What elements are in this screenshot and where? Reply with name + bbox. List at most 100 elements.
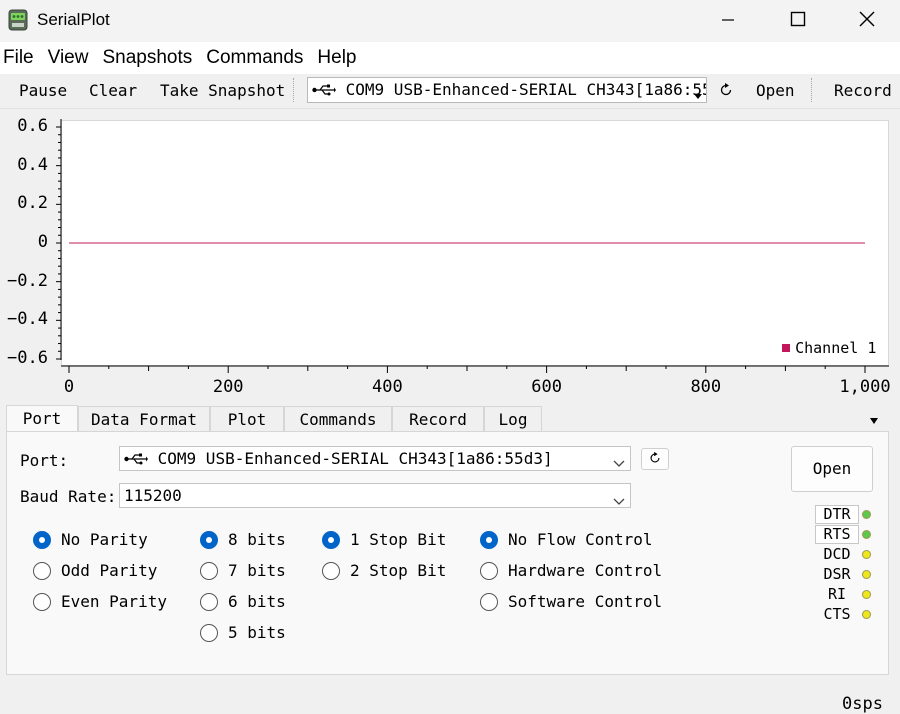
y-tick-label: 0.6 xyxy=(17,116,48,136)
window-title: SerialPlot xyxy=(37,10,110,29)
menu-help[interactable]: Help xyxy=(314,47,363,69)
chevron-down-icon xyxy=(613,453,625,472)
parity-radio[interactable] xyxy=(33,531,51,549)
toolbar-separator xyxy=(293,78,295,102)
x-tick-label: 400 xyxy=(372,377,403,397)
x-tick-label: 0 xyxy=(63,377,75,397)
parity-radio[interactable] xyxy=(33,593,51,611)
title-bar: SerialPlot xyxy=(0,0,900,42)
baud-rate-select[interactable]: 115200 xyxy=(119,483,631,508)
port-label: Port: xyxy=(20,451,69,470)
status-led-icon xyxy=(862,530,871,539)
y-tick-label: −0.2 xyxy=(7,270,48,291)
y-tick-label: −0.6 xyxy=(7,348,48,368)
x-tick-label: 200 xyxy=(212,377,244,397)
tab-overflow-button[interactable] xyxy=(869,410,879,429)
record-button[interactable]: Record xyxy=(834,81,892,100)
clear-button[interactable]: Clear xyxy=(89,81,137,100)
maximize-button[interactable] xyxy=(763,0,833,42)
flow-control-label: Hardware Control xyxy=(508,561,663,580)
port-open-button[interactable]: Open xyxy=(791,446,873,492)
pin-rts-button[interactable]: RTS xyxy=(815,525,859,544)
close-icon xyxy=(859,11,875,31)
flow-control-label: Software Control xyxy=(508,592,663,611)
tab-commands[interactable]: Commands xyxy=(284,406,392,432)
refresh-button[interactable] xyxy=(718,82,734,102)
stop-bits-radio[interactable] xyxy=(322,531,340,549)
parity-label: Odd Parity xyxy=(61,561,158,580)
take-snapshot-button[interactable]: Take Snapshot xyxy=(160,81,285,100)
stop-bits-label: 2 Stop Bit xyxy=(350,561,447,580)
port-refresh-button[interactable] xyxy=(641,448,669,470)
minimize-button[interactable] xyxy=(693,0,763,42)
y-tick-label: −0.4 xyxy=(7,309,48,330)
usb-icon xyxy=(312,80,346,99)
legend-channel-1: Channel 1 xyxy=(795,339,877,357)
flow-control-label: No Flow Control xyxy=(508,530,653,549)
port-select[interactable]: COM9 USB-Enhanced-SERIAL CH343[1a86:55d3… xyxy=(119,446,631,471)
status-led-icon xyxy=(862,610,871,619)
app-icon xyxy=(8,9,28,31)
triangle-down-icon xyxy=(869,410,879,429)
minimize-icon xyxy=(721,12,735,31)
status-led-icon xyxy=(862,590,871,599)
menu-bar: File View Snapshots Commands Help xyxy=(0,42,900,74)
menu-commands[interactable]: Commands xyxy=(203,47,310,69)
data-bits-label: 5 bits xyxy=(228,623,286,642)
y-tick-label: 0.4 xyxy=(17,154,48,175)
data-bits-radio[interactable] xyxy=(200,531,218,549)
data-bits-label: 6 bits xyxy=(228,592,286,611)
data-bits-radio[interactable] xyxy=(200,624,218,642)
x-tick-label: 800 xyxy=(690,377,722,397)
sample-rate-status: 0sps xyxy=(842,694,883,714)
parity-radio[interactable] xyxy=(33,562,51,580)
data-bits-label: 7 bits xyxy=(228,561,286,580)
usb-icon xyxy=(124,449,158,468)
open-button[interactable]: Open xyxy=(756,81,795,100)
status-led-icon xyxy=(862,550,871,559)
stop-bits-label: 1 Stop Bit xyxy=(350,530,447,549)
tab-port[interactable]: Port xyxy=(6,405,78,432)
chevron-down-icon xyxy=(693,86,703,105)
y-tick-label: 0 xyxy=(37,232,48,252)
chevron-down-icon xyxy=(613,491,625,510)
close-button[interactable] xyxy=(832,0,900,42)
pin-dsr-label: DSR xyxy=(823,565,851,583)
menu-file[interactable]: File xyxy=(0,47,41,69)
toolbar-port-select[interactable]: COM9 USB-Enhanced-SERIAL CH343[1a86:55d xyxy=(307,77,707,103)
legend-swatch xyxy=(782,344,790,352)
port-select-value: COM9 USB-Enhanced-SERIAL CH343[1a86:55d3… xyxy=(157,449,553,468)
pause-button[interactable]: Pause xyxy=(19,81,67,100)
flow-control-radio[interactable] xyxy=(480,531,498,549)
plot-chart xyxy=(56,119,889,373)
refresh-icon xyxy=(718,83,734,102)
menu-view[interactable]: View xyxy=(45,47,96,69)
menu-snapshots[interactable]: Snapshots xyxy=(99,47,199,69)
pin-dtr-button[interactable]: DTR xyxy=(815,505,859,524)
x-tick-label: 1,000 xyxy=(839,377,891,397)
stop-bits-radio[interactable] xyxy=(322,562,340,580)
baud-rate-value: 115200 xyxy=(124,486,182,505)
tab-record[interactable]: Record xyxy=(392,406,484,432)
pin-cts-label: CTS xyxy=(823,605,851,623)
legend: Channel 1 xyxy=(782,338,876,357)
data-bits-radio[interactable] xyxy=(200,593,218,611)
y-tick-label: 0.2 xyxy=(17,193,48,214)
refresh-icon xyxy=(648,450,662,469)
toolbar-separator xyxy=(811,78,813,102)
parity-label: Even Parity xyxy=(61,592,167,611)
toolbar-port-value: COM9 USB-Enhanced-SERIAL CH343[1a86:55d xyxy=(345,80,707,99)
flow-control-radio[interactable] xyxy=(480,562,498,580)
maximize-icon xyxy=(790,11,806,31)
tab-log[interactable]: Log xyxy=(484,406,542,432)
flow-control-radio[interactable] xyxy=(480,593,498,611)
pin-dcd-label: DCD xyxy=(823,545,851,563)
pin-ri-label: RI xyxy=(827,585,847,603)
baud-rate-label: Baud Rate: xyxy=(20,487,117,506)
tab-plot[interactable]: Plot xyxy=(210,406,284,432)
x-tick-label: 600 xyxy=(531,377,562,397)
status-led-icon xyxy=(862,510,871,519)
status-led-icon xyxy=(862,570,871,579)
data-bits-radio[interactable] xyxy=(200,562,218,580)
tab-data-format[interactable]: Data Format xyxy=(78,406,210,432)
